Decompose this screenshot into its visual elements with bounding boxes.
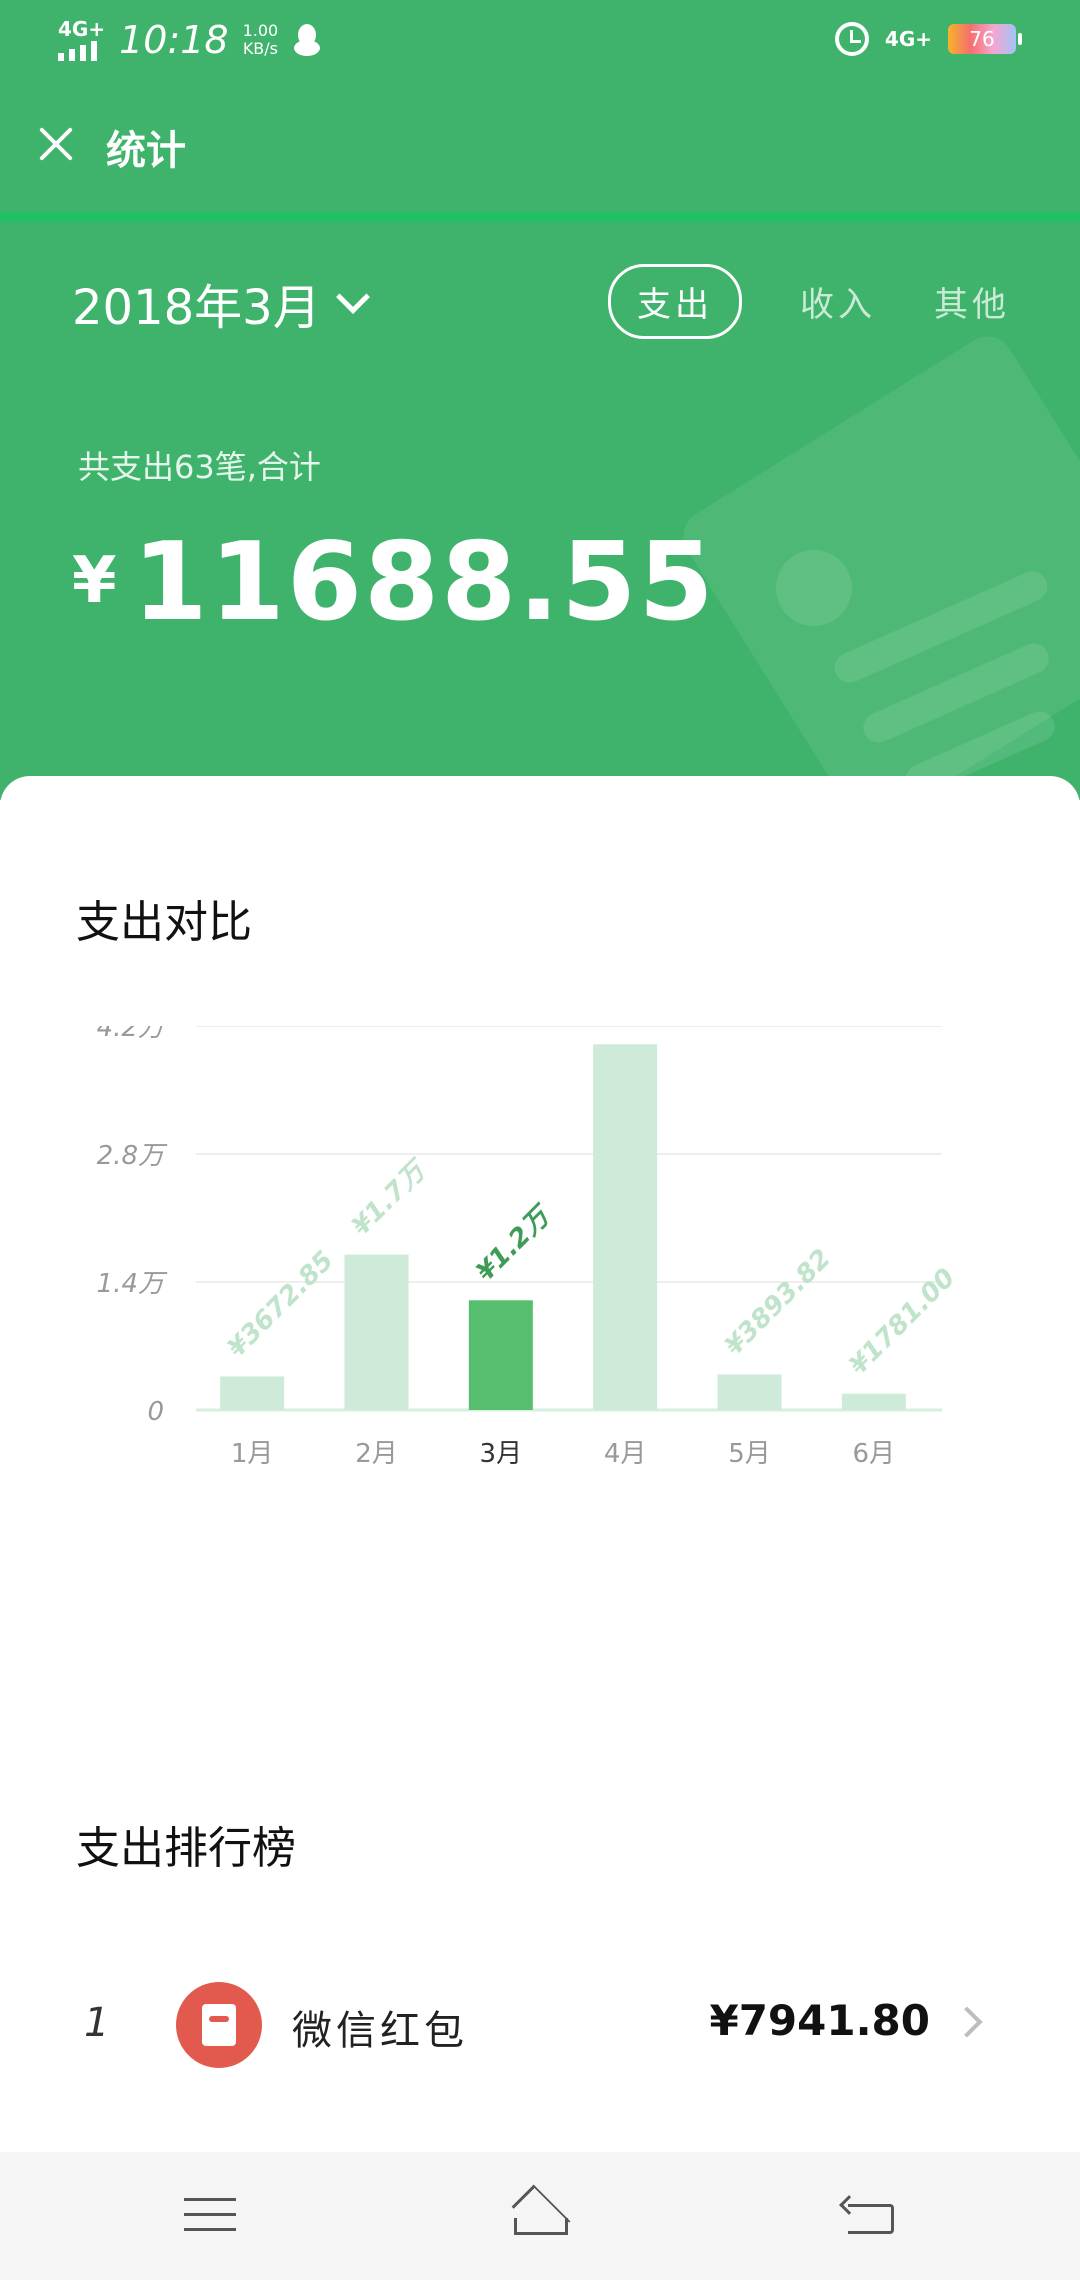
battery-icon: 76 — [948, 24, 1022, 54]
y-tick-label: 1.4万 — [97, 1269, 168, 1299]
total-amount: ¥ 11688.55 — [72, 520, 716, 645]
data-label: ¥1.7万 — [346, 1154, 434, 1242]
tab-other[interactable]: 其他 — [934, 277, 1010, 326]
chart-bar — [468, 1300, 533, 1410]
menu-icon[interactable] — [184, 2194, 236, 2236]
chart-bar — [344, 1254, 409, 1410]
network-type-left: 4G+ — [58, 17, 106, 41]
system-nav-bar — [0, 2152, 1080, 2280]
y-tick-label: 2.8万 — [97, 1141, 168, 1171]
x-tick-label: 3月 — [480, 1439, 523, 1469]
x-tick-label: 4月 — [604, 1439, 647, 1469]
status-bar: 4G+ 10:18 1.00 KB/s 4G+ 76 — [0, 0, 1080, 90]
x-tick-label: 6月 — [853, 1439, 896, 1469]
total-value: 11688.55 — [132, 520, 716, 645]
x-tick-label: 2月 — [355, 1439, 398, 1469]
data-label: ¥1781.00 — [844, 1263, 962, 1381]
tab-expense[interactable]: 支出 — [608, 264, 742, 339]
chart-bar — [841, 1393, 906, 1410]
network-type-right: 4G+ — [884, 27, 932, 51]
speed-value: 1.00 — [242, 21, 279, 40]
back-icon[interactable] — [839, 2194, 896, 2236]
red-envelope-icon — [176, 1982, 262, 2068]
header-divider — [0, 212, 1080, 222]
y-tick-label: 0 — [147, 1397, 164, 1427]
chart-bar — [220, 1376, 285, 1410]
page-title: 统计 — [106, 128, 186, 174]
ranking-title: 支出排行榜 — [76, 1823, 296, 1874]
type-tabs: 支出 收入 其他 — [608, 264, 1010, 339]
chevron-right-icon — [951, 2006, 983, 2038]
ranking-item[interactable]: 1 微信红包 ¥7941.80 — [0, 1966, 1080, 2096]
period-label: 2018年3月 — [72, 280, 321, 336]
y-tick-label: 4.2万 — [97, 1026, 168, 1043]
clock: 10:18 — [119, 18, 229, 62]
home-icon[interactable] — [506, 2184, 576, 2244]
close-icon[interactable] — [32, 120, 80, 168]
chart-bar — [593, 1044, 658, 1410]
alarm-icon — [834, 22, 869, 56]
rank-number: 1 — [84, 2000, 110, 2046]
currency-symbol: ¥ — [72, 544, 117, 618]
chevron-down-icon — [335, 280, 370, 314]
x-tick-label: 5月 — [728, 1439, 771, 1469]
network-speed: 1.00 KB/s — [243, 22, 279, 58]
x-tick-label: 1月 — [231, 1439, 274, 1469]
data-label: ¥3672.85 — [222, 1246, 340, 1364]
qq-icon — [294, 24, 321, 56]
signal-bars-icon — [58, 41, 105, 61]
period-selector[interactable]: 2018年3月 — [72, 268, 370, 338]
chart-bar — [717, 1374, 782, 1410]
ranking-item-name: 微信红包 — [292, 2008, 468, 2054]
decorative-circle — [776, 550, 852, 626]
data-label: ¥1.2万 — [471, 1199, 559, 1287]
expense-bar-chart: 01.4万2.8万4.2万¥3672.851月¥1.7万2月¥1.2万3月¥4.… — [97, 1026, 962, 1469]
ranking-item-amount: ¥7941.80 — [709, 1996, 930, 2045]
tab-income[interactable]: 收入 — [800, 277, 876, 326]
data-label: ¥3893.82 — [719, 1244, 837, 1362]
signal-indicator: 4G+ — [58, 19, 105, 61]
speed-unit: KB/s — [242, 39, 279, 58]
summary-text: 共支出63笔,合计 — [78, 448, 321, 486]
header: 4G+ 10:18 1.00 KB/s 4G+ 76 统计 2018年3月 支出… — [0, 0, 1080, 800]
title-bar: 统计 — [0, 90, 1080, 210]
comparison-title: 支出对比 — [76, 897, 252, 948]
content-card: 支出对比 0 1.4万 2.8万 4.2万 ¥3672.85 1月 ¥1.7万 2月 ¥1.2万… — [0, 776, 1080, 2152]
